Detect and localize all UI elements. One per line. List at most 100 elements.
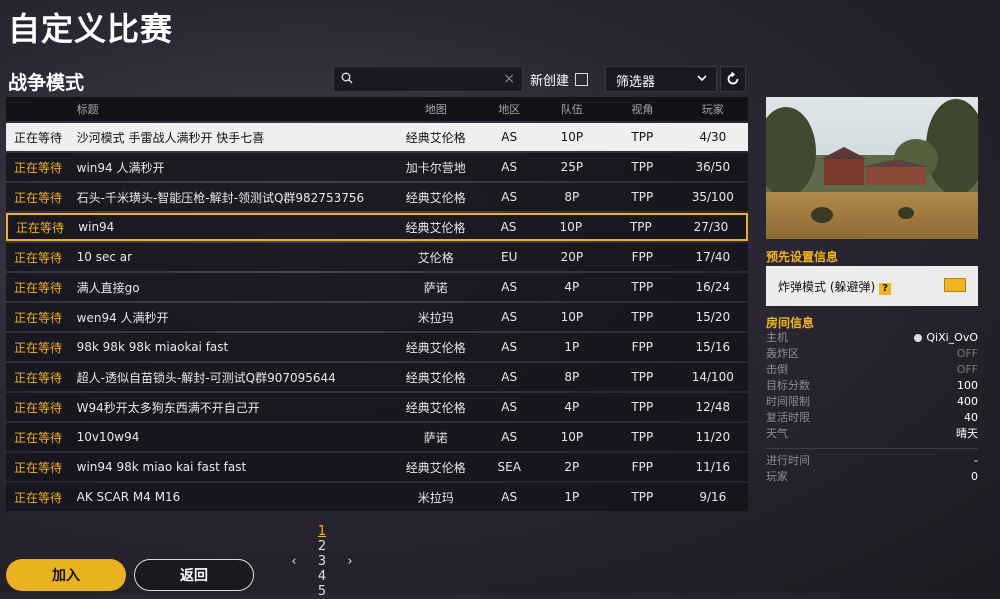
info-value: - [974, 454, 978, 467]
cell-players: 36/50 [695, 160, 731, 174]
cell-team: 10P [560, 310, 584, 324]
header-view[interactable]: 视角 [607, 101, 677, 117]
table-row[interactable]: 正在等待 AK SCAR M4 M16 米拉玛 AS 1P TPP 9/16 [6, 483, 748, 511]
cell-title: 满人直接go [76, 280, 140, 295]
host-icon [914, 334, 923, 342]
cell-status: 正在等待 [14, 280, 63, 295]
cell-view: TPP [631, 280, 654, 294]
header-team[interactable]: 队伍 [537, 101, 607, 117]
cell-players: 14/100 [691, 370, 734, 384]
pagination: ‹ 12345 › [280, 524, 364, 599]
filter-label: 筛选器 [616, 75, 656, 90]
cell-region: AS [501, 400, 518, 414]
table-row[interactable]: 正在等待 石头-千米璜头-智能压枪-解封-领测试Q群982753756 经典艾伦格 A… [6, 183, 748, 211]
table-row[interactable]: 正在等待 10 sec ar 艾伦格 EU 20P FPP 17/40 [6, 243, 748, 271]
table-row[interactable]: 正在等待 超人-透似自苗锁头-解封-可测试Q群907095644 经典艾伦格 AS 8P… [6, 363, 748, 391]
table-row[interactable]: 正在等待 wen94 人满秒开 米拉玛 AS 10P TPP 15/20 [6, 303, 748, 331]
cell-map: 经典艾伦格 [405, 130, 466, 145]
cell-map: 米拉玛 [417, 310, 454, 325]
header-title[interactable]: 标题 [77, 101, 390, 117]
cell-view: TPP [631, 160, 654, 174]
cell-status: 正在等待 [14, 370, 63, 385]
table-row[interactable]: 正在等待 10v10w94 萨诺 AS 10P TPP 11/20 [6, 423, 748, 451]
cell-view: TPP [631, 190, 654, 204]
table-row[interactable]: 正在等待 满人直接go 萨诺 AS 4P TPP 16/24 [6, 273, 748, 301]
back-button[interactable]: 返回 [134, 559, 254, 591]
cell-title: 沙河模式 手雷战人满秒开 快手七喜 [76, 130, 265, 145]
filter-dropdown[interactable]: 筛选器 [605, 66, 717, 92]
cell-status: 正在等待 [14, 340, 63, 355]
info-value: 0 [971, 470, 978, 483]
refresh-button[interactable] [720, 66, 746, 92]
cell-view: TPP [631, 490, 654, 504]
cell-title: 10 sec ar [76, 250, 133, 264]
info-key: 玩家 [766, 470, 788, 483]
cell-players: 11/20 [695, 430, 731, 444]
map-preview-image [766, 97, 978, 239]
cell-status: 正在等待 [16, 220, 65, 235]
cell-map: 艾伦格 [417, 250, 454, 265]
cell-players: 35/100 [691, 190, 734, 204]
header-players[interactable]: 玩家 [678, 101, 748, 117]
page-button[interactable]: 5 [308, 584, 336, 599]
header-map[interactable]: 地图 [390, 101, 482, 117]
cell-map: 经典艾伦格 [405, 460, 466, 475]
cell-players: 15/20 [695, 310, 731, 324]
join-button[interactable]: 加入 [6, 559, 126, 591]
search-input[interactable] [360, 70, 504, 90]
cell-region: AS [501, 490, 518, 504]
cell-players: 16/24 [695, 280, 731, 294]
divider [766, 448, 978, 449]
cell-region: EU [501, 250, 518, 264]
cell-map: 经典艾伦格 [405, 220, 466, 235]
info-row: 复活时限 40 [766, 410, 978, 426]
info-key: 进行时间 [766, 454, 810, 467]
info-value: 400 [957, 395, 978, 408]
search-box[interactable]: × [333, 66, 523, 92]
cell-title: win94 98k miao kai fast fast [76, 460, 247, 474]
table-row[interactable]: 正在等待 98k 98k 98k miaokai fast 经典艾伦格 AS 1P FPP… [6, 333, 748, 361]
new-create-checkbox[interactable] [575, 72, 589, 86]
table-header: 标题 地图 地区 队伍 视角 玩家 [6, 97, 748, 121]
new-create-label: 新创建 [530, 73, 570, 89]
table-row[interactable]: 正在等待 win94 人满秒开 加卡尔营地 AS 25P TPP 36/50 [6, 153, 748, 181]
cell-region: AS [501, 160, 518, 174]
table-row[interactable]: 正在等待 W94秒开太多狗东西满不开自己开 经典艾伦格 AS 4P TPP 12/48 [6, 393, 748, 421]
cell-team: 4P [564, 280, 580, 294]
cell-status: 正在等待 [14, 460, 63, 475]
cell-map: 经典艾伦格 [405, 340, 466, 355]
page-button[interactable]: 1 [308, 524, 336, 539]
next-page-button[interactable]: › [336, 554, 364, 569]
chevron-down-icon [697, 75, 707, 82]
table-row[interactable]: 正在等待 win94 98k miao kai fast fast 经典艾伦格 SEA… [6, 453, 748, 481]
cell-map: 经典艾伦格 [405, 190, 466, 205]
preset-mode-label: 炸弹模式 (躲避弹) [778, 280, 876, 294]
cell-title: win94 人满秒开 [76, 160, 165, 175]
table-row[interactable]: 正在等待 win94 经典艾伦格 AS 10P TPP 27/30 [6, 213, 748, 241]
cell-players: 4/30 [699, 130, 727, 144]
cell-status: 正在等待 [14, 490, 63, 505]
room-info-list: 主机 QiXi_OvO 轰炸区 OFF 击倒 OFF 目标分数 100 时间限制 400 复活时限 4… [766, 330, 978, 442]
info-row: 天气 晴天 [766, 426, 978, 442]
table-row[interactable]: 正在等待 沙河模式 手雷战人满秒开 快手七喜 经典艾伦格 AS 10P TPP 4/30 [6, 123, 748, 151]
page-button[interactable]: 2 [308, 539, 336, 554]
close-icon[interactable]: × [503, 70, 515, 88]
cell-map: 萨诺 [423, 280, 448, 295]
help-icon[interactable]: ? [879, 283, 892, 295]
cell-region: AS [501, 340, 518, 354]
header-region[interactable]: 地区 [482, 101, 537, 117]
page-button[interactable]: 3 [308, 554, 336, 569]
new-create-toggle[interactable]: 新创建 [530, 66, 600, 92]
search-icon [341, 72, 353, 84]
cell-players: 11/16 [695, 460, 731, 474]
cell-players: 15/16 [695, 340, 731, 354]
cell-region: SEA [497, 460, 521, 474]
cell-view: TPP [631, 370, 654, 384]
page-button[interactable]: 4 [308, 569, 336, 584]
cell-title: 超人-透似自苗锁头-解封-可测试Q群907095644 [76, 370, 336, 385]
cell-team: 10P [559, 220, 583, 234]
info-key: 天气 [766, 427, 788, 440]
cell-title: win94 [78, 220, 115, 234]
prev-page-button[interactable]: ‹ [280, 554, 308, 569]
info-row: 轰炸区 OFF [766, 346, 978, 362]
